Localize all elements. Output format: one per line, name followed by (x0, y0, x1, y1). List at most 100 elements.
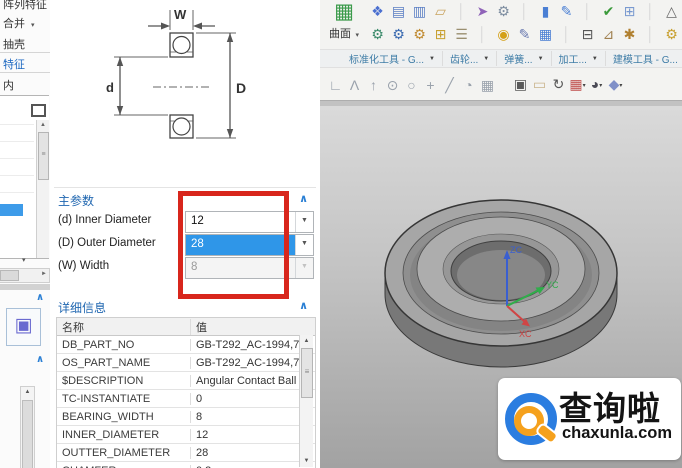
param-combo[interactable]: 28 ▼ (185, 234, 314, 256)
column-header-value[interactable]: 值 (191, 319, 315, 335)
table-row[interactable]: CHAMFER 0.3 (57, 462, 315, 468)
chevron-down-icon[interactable]: ▼ (429, 56, 435, 62)
scroll-down-icon[interactable]: ▼ (300, 455, 313, 467)
surface-tool-group[interactable]: ▦ 曲面 ▾ (324, 0, 364, 47)
snap-icon[interactable]: + (421, 75, 440, 95)
snap-icon[interactable]: ⊙ (383, 75, 402, 95)
toolbar-icon[interactable]: │ (578, 1, 597, 23)
toolbar-icon[interactable]: ✔ (599, 1, 618, 23)
toolbar-icon[interactable]: ✱ (620, 24, 639, 46)
selected-list-item[interactable] (0, 204, 23, 216)
snap-icon[interactable]: ○ (402, 75, 421, 95)
snap-icon[interactable]: ▦ (478, 75, 497, 95)
table-row[interactable]: DB_PART_NO GB-T292_AC-1994,700 (57, 336, 315, 354)
chevron-down-icon[interactable]: ▼ (295, 235, 313, 255)
scroll-up-icon[interactable]: ▲ (21, 387, 34, 398)
table-row[interactable]: OUTTER_DIAMETER 28 (57, 444, 315, 462)
toolbar-tab[interactable]: 齿轮... ▼ (443, 51, 498, 66)
scrollbar-vertical[interactable]: ▲ ≡ ▼ (299, 335, 313, 467)
collapse-icon[interactable]: ∧ (36, 354, 44, 365)
toolbar-icon[interactable]: ⚙ (494, 1, 513, 23)
toolbar-icon[interactable]: ⚙ (410, 24, 429, 46)
menu-item-partial[interactable]: 内 (3, 77, 14, 93)
view-icon[interactable]: ▭ (530, 74, 549, 96)
toolbar-icon[interactable]: ⊞ (620, 1, 639, 23)
chevron-down-icon[interactable]: ▼ (592, 56, 598, 62)
scroll-up-icon[interactable]: ▲ (300, 335, 313, 347)
chevron-down-icon[interactable]: ▾ (22, 256, 26, 264)
scrollbar-vertical[interactable]: ▲ (20, 386, 35, 468)
view-icon[interactable]: ◆▾ (606, 74, 625, 96)
surface-mesh-icon[interactable]: ▦ (324, 0, 364, 24)
toolbar-icon[interactable]: │ (452, 1, 471, 23)
list-item[interactable] (0, 124, 34, 125)
toolbar-icon[interactable]: ◉ (494, 24, 513, 46)
snap-icon[interactable]: ◔ (459, 75, 478, 95)
snap-icon[interactable]: Λ (345, 75, 364, 95)
toolbar-icon[interactable]: ✎ (557, 1, 576, 23)
table-row[interactable]: OS_PART_NAME GB-T292_AC-1994,700 (57, 354, 315, 372)
chevron-down-icon[interactable]: ▾ (355, 32, 359, 39)
table-row[interactable]: $DESCRIPTION Angular Contact Ball (57, 372, 315, 390)
toolbar-icon[interactable]: ▦ (536, 24, 555, 46)
list-item[interactable] (0, 192, 34, 193)
toolbar-icon[interactable]: ⊞ (431, 24, 450, 46)
menu-item-merge[interactable]: 合并 ▾ (3, 15, 35, 31)
scrollbar-thumb[interactable]: ≡ (301, 348, 313, 398)
chevron-down-icon[interactable]: ▼ (295, 212, 313, 232)
param-combo[interactable]: 8 ▼ (185, 257, 314, 279)
graphics-viewport[interactable]: ZC YC XC 查询啦 chaxunla.com (320, 106, 682, 468)
toolbar-tab[interactable]: 弹簧... ▼ (497, 51, 552, 66)
toolbar-tab[interactable]: 加工... ▼ (552, 51, 606, 66)
toolbar-icon[interactable]: ⊿ (599, 24, 618, 46)
toolbar-icon[interactable]: │ (641, 24, 660, 46)
view-icon[interactable]: ↻ (549, 74, 568, 96)
scroll-right-icon[interactable]: ► (41, 271, 47, 277)
collapse-icon[interactable]: ∧ (299, 192, 308, 205)
snap-icon[interactable]: ↑ (364, 75, 383, 95)
toolbar-icon[interactable]: ▥ (410, 1, 429, 23)
toolbar-icon[interactable]: ⚙ (662, 24, 681, 46)
scrollbar-thumb[interactable]: ≡ (38, 132, 49, 180)
menu-item-pattern-feature[interactable]: 阵列特征 (3, 0, 47, 12)
toolbar-icon[interactable]: ❖ (368, 1, 387, 23)
view-icon[interactable]: ◕▾ (587, 74, 606, 96)
toolbar-icon[interactable]: ➤ (473, 1, 492, 23)
view-icon[interactable]: ▣ (511, 74, 530, 96)
menu-item-feature[interactable]: 特征 (3, 56, 25, 72)
toolbar-icon[interactable]: ✎ (515, 24, 534, 46)
table-row[interactable]: BEARING_WIDTH 8 (57, 408, 315, 426)
toolbar-tab[interactable]: 建模工具 - G... ▼ (606, 51, 682, 66)
toolbar-icon[interactable]: ▤ (389, 1, 408, 23)
toolbar-icon[interactable]: ☰ (452, 24, 471, 46)
maximize-icon[interactable] (31, 104, 46, 117)
list-item[interactable] (0, 141, 34, 142)
toolbar-icon[interactable]: △ (662, 1, 681, 23)
param-combo[interactable]: 12 ▼ (185, 211, 314, 233)
collapse-icon[interactable]: ∧ (36, 292, 44, 303)
scrollbar-vertical[interactable]: ▲ ≡ (36, 120, 49, 258)
chevron-down-icon[interactable]: ▼ (483, 56, 489, 62)
column-header-name[interactable]: 名称 (57, 318, 191, 335)
chevron-down-icon[interactable]: ▼ (538, 56, 544, 62)
toolbar-tab[interactable]: 标准化工具 - G... ▼ (342, 51, 443, 66)
scrollbar-thumb[interactable] (0, 270, 19, 281)
toolbar-icon[interactable]: ▮ (536, 1, 555, 23)
toolbar-icon[interactable]: ▱ (431, 1, 450, 23)
toolbar-icon[interactable]: ⚙ (368, 24, 387, 46)
toolbar-icon[interactable]: │ (641, 1, 660, 23)
snap-icon[interactable]: ∟ (326, 75, 345, 95)
toolbar-icon[interactable]: ⚙ (389, 24, 408, 46)
chevron-down-icon[interactable]: ▼ (295, 258, 313, 278)
toolbar-icon[interactable]: │ (473, 24, 492, 46)
toolbar-icon[interactable]: │ (515, 1, 534, 23)
list-item[interactable] (0, 158, 34, 159)
tool-button[interactable]: ▣ (6, 308, 41, 346)
scrollbar-horizontal[interactable]: ► (0, 268, 50, 283)
view-icon[interactable]: ▦▾ (568, 74, 587, 96)
table-row[interactable]: INNER_DIAMETER 12 (57, 426, 315, 444)
list-item[interactable] (0, 175, 34, 176)
collapse-icon[interactable]: ∧ (299, 299, 308, 312)
scrollbar-thumb[interactable] (22, 400, 33, 468)
scroll-up-icon[interactable]: ▲ (37, 120, 49, 130)
